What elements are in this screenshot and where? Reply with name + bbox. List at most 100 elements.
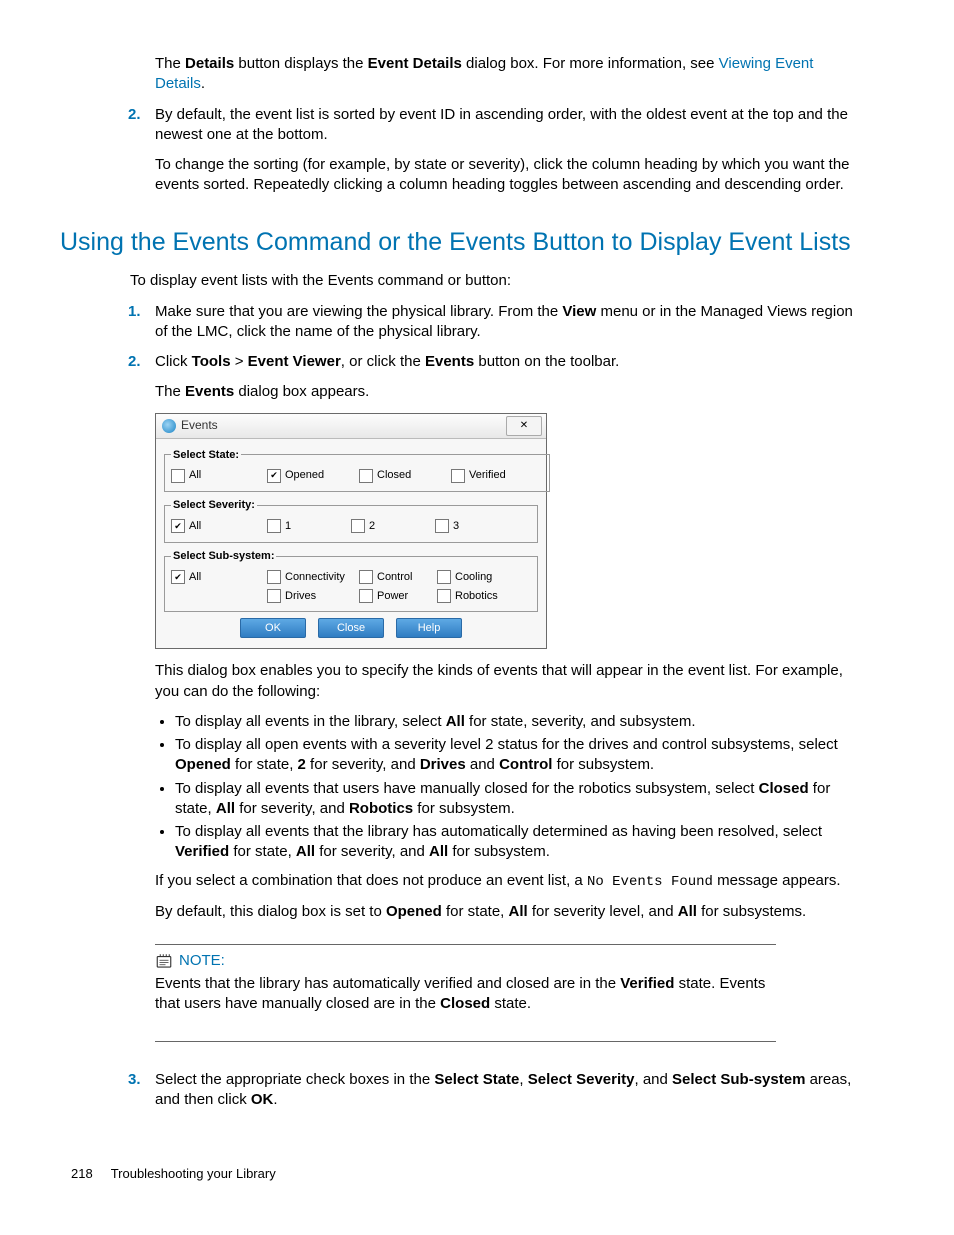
details-bold: Details	[185, 55, 234, 72]
severity-3-checkbox[interactable]	[435, 519, 449, 533]
text: for severity level, and	[528, 903, 678, 920]
note-block: NOTE: Events that the library has automa…	[155, 944, 776, 1042]
step-number-1: 1.	[128, 302, 141, 322]
step1-text: Make sure that you are viewing the physi…	[155, 302, 854, 343]
text: Events that the library has automaticall…	[155, 975, 620, 992]
all-bold: All	[509, 903, 528, 920]
intro-paragraph: To display event lists with the Events c…	[130, 271, 854, 291]
text: for subsystem.	[552, 756, 654, 773]
sub-control-checkbox[interactable]	[359, 570, 373, 584]
text: The	[155, 383, 185, 400]
text: .	[273, 1091, 277, 1108]
sub-cooling-checkbox[interactable]	[437, 570, 451, 584]
text: To display all open events with a severi…	[175, 736, 838, 753]
severity-all-label: All	[189, 519, 201, 534]
state-verified-checkbox[interactable]	[451, 469, 465, 483]
page-footer: 218 Troubleshooting your Library	[71, 1165, 276, 1183]
dialog-ok-button[interactable]: OK	[240, 618, 306, 638]
dialog-close-btn[interactable]: Close	[318, 618, 384, 638]
bullet-3: To display all events that users have ma…	[175, 779, 854, 820]
drives-bold: Drives	[420, 756, 466, 773]
all-bold: All	[678, 903, 697, 920]
note-label: NOTE:	[179, 951, 225, 971]
verified-bold: Verified	[620, 975, 674, 992]
text: The	[155, 55, 185, 72]
events-bold: Events	[425, 353, 474, 370]
after-dialog-paragraph: This dialog box enables you to specify t…	[155, 661, 854, 702]
opened-bold: Opened	[175, 756, 231, 773]
text: To display all events in the library, se…	[175, 713, 446, 730]
step-number-2: 2.	[128, 105, 141, 125]
severity-3-label: 3	[453, 519, 459, 534]
text: By default, this dialog box is set to	[155, 903, 386, 920]
sub-connectivity-label: Connectivity	[285, 570, 345, 585]
sub-robotics-label: Robotics	[455, 589, 498, 604]
text: for subsystems.	[697, 903, 806, 920]
hp-logo-icon	[162, 419, 176, 433]
state-all-label: All	[189, 468, 201, 483]
footer-title: Troubleshooting your Library	[111, 1165, 276, 1183]
event-viewer-bold: Event Viewer	[248, 353, 341, 370]
bullet-1: To display all events in the library, se…	[175, 712, 854, 732]
severity-all-checkbox[interactable]	[171, 519, 185, 533]
events-bold2: Events	[185, 383, 234, 400]
state-opened-label: Opened	[285, 468, 324, 483]
text: for state, severity, and subsystem.	[465, 713, 696, 730]
sub-cooling-label: Cooling	[455, 570, 492, 585]
sub-drives-checkbox[interactable]	[267, 589, 281, 603]
text: ,	[519, 1071, 527, 1088]
all-bold: All	[296, 843, 315, 860]
text: If you select a combination that does no…	[155, 872, 587, 889]
severity-1-checkbox[interactable]	[267, 519, 281, 533]
step2-p2: To change the sorting (for example, by s…	[155, 155, 854, 196]
state-closed-label: Closed	[377, 468, 411, 483]
text: for severity, and	[235, 800, 349, 817]
verified-bold: Verified	[175, 843, 229, 860]
text: for state,	[229, 843, 296, 860]
select-severity-bold: Select Severity	[528, 1071, 635, 1088]
bullet-list: To display all events in the library, se…	[155, 712, 854, 863]
robotics-bold: Robotics	[349, 800, 413, 817]
state-closed-checkbox[interactable]	[359, 469, 373, 483]
sub-robotics-checkbox[interactable]	[437, 589, 451, 603]
sub-control-label: Control	[377, 570, 412, 585]
step2b-line1: Click Tools > Event Viewer, or click the…	[155, 352, 854, 372]
sub-connectivity-checkbox[interactable]	[267, 570, 281, 584]
dialog-close-button[interactable]: ✕	[506, 416, 542, 436]
closed-bold: Closed	[440, 995, 490, 1012]
state-all-checkbox[interactable]	[171, 469, 185, 483]
text: for state,	[231, 756, 298, 773]
severity-2-checkbox[interactable]	[351, 519, 365, 533]
event-details-bold: Event Details	[368, 55, 462, 72]
opened-bold: Opened	[386, 903, 442, 920]
text: To display all events that users have ma…	[175, 780, 759, 797]
text: , and	[634, 1071, 672, 1088]
bullet-4: To display all events that the library h…	[175, 822, 854, 863]
step-number-2b: 2.	[128, 352, 141, 372]
details-paragraph: The Details button displays the Event De…	[155, 54, 854, 95]
text: To display all events that the library h…	[175, 823, 822, 840]
dialog-help-button[interactable]: Help	[396, 618, 462, 638]
text: , or click the	[341, 353, 425, 370]
text: button displays the	[234, 55, 367, 72]
sub-all-checkbox[interactable]	[171, 570, 185, 584]
text: Click	[155, 353, 192, 370]
note-icon	[155, 952, 173, 970]
select-subsystem-bold: Select Sub-system	[672, 1071, 805, 1088]
text: for state,	[442, 903, 509, 920]
text: for subsystem.	[448, 843, 550, 860]
select-severity-group: Select Severity: All 1 2 3	[164, 498, 538, 543]
step3-text: Select the appropriate check boxes in th…	[155, 1070, 854, 1111]
dialog-titlebar: Events ✕	[156, 414, 546, 439]
all-bold: All	[216, 800, 235, 817]
control-bold: Control	[499, 756, 552, 773]
sub-power-checkbox[interactable]	[359, 589, 373, 603]
step-number-3: 3.	[128, 1070, 141, 1090]
state-opened-checkbox[interactable]	[267, 469, 281, 483]
step2b-line2: The Events dialog box appears.	[155, 382, 854, 402]
select-severity-legend: Select Severity:	[171, 498, 257, 513]
note-body: Events that the library has automaticall…	[155, 974, 776, 1015]
all-bold: All	[429, 843, 448, 860]
select-subsystem-legend: Select Sub-system:	[171, 549, 276, 564]
select-state-bold: Select State	[434, 1071, 519, 1088]
